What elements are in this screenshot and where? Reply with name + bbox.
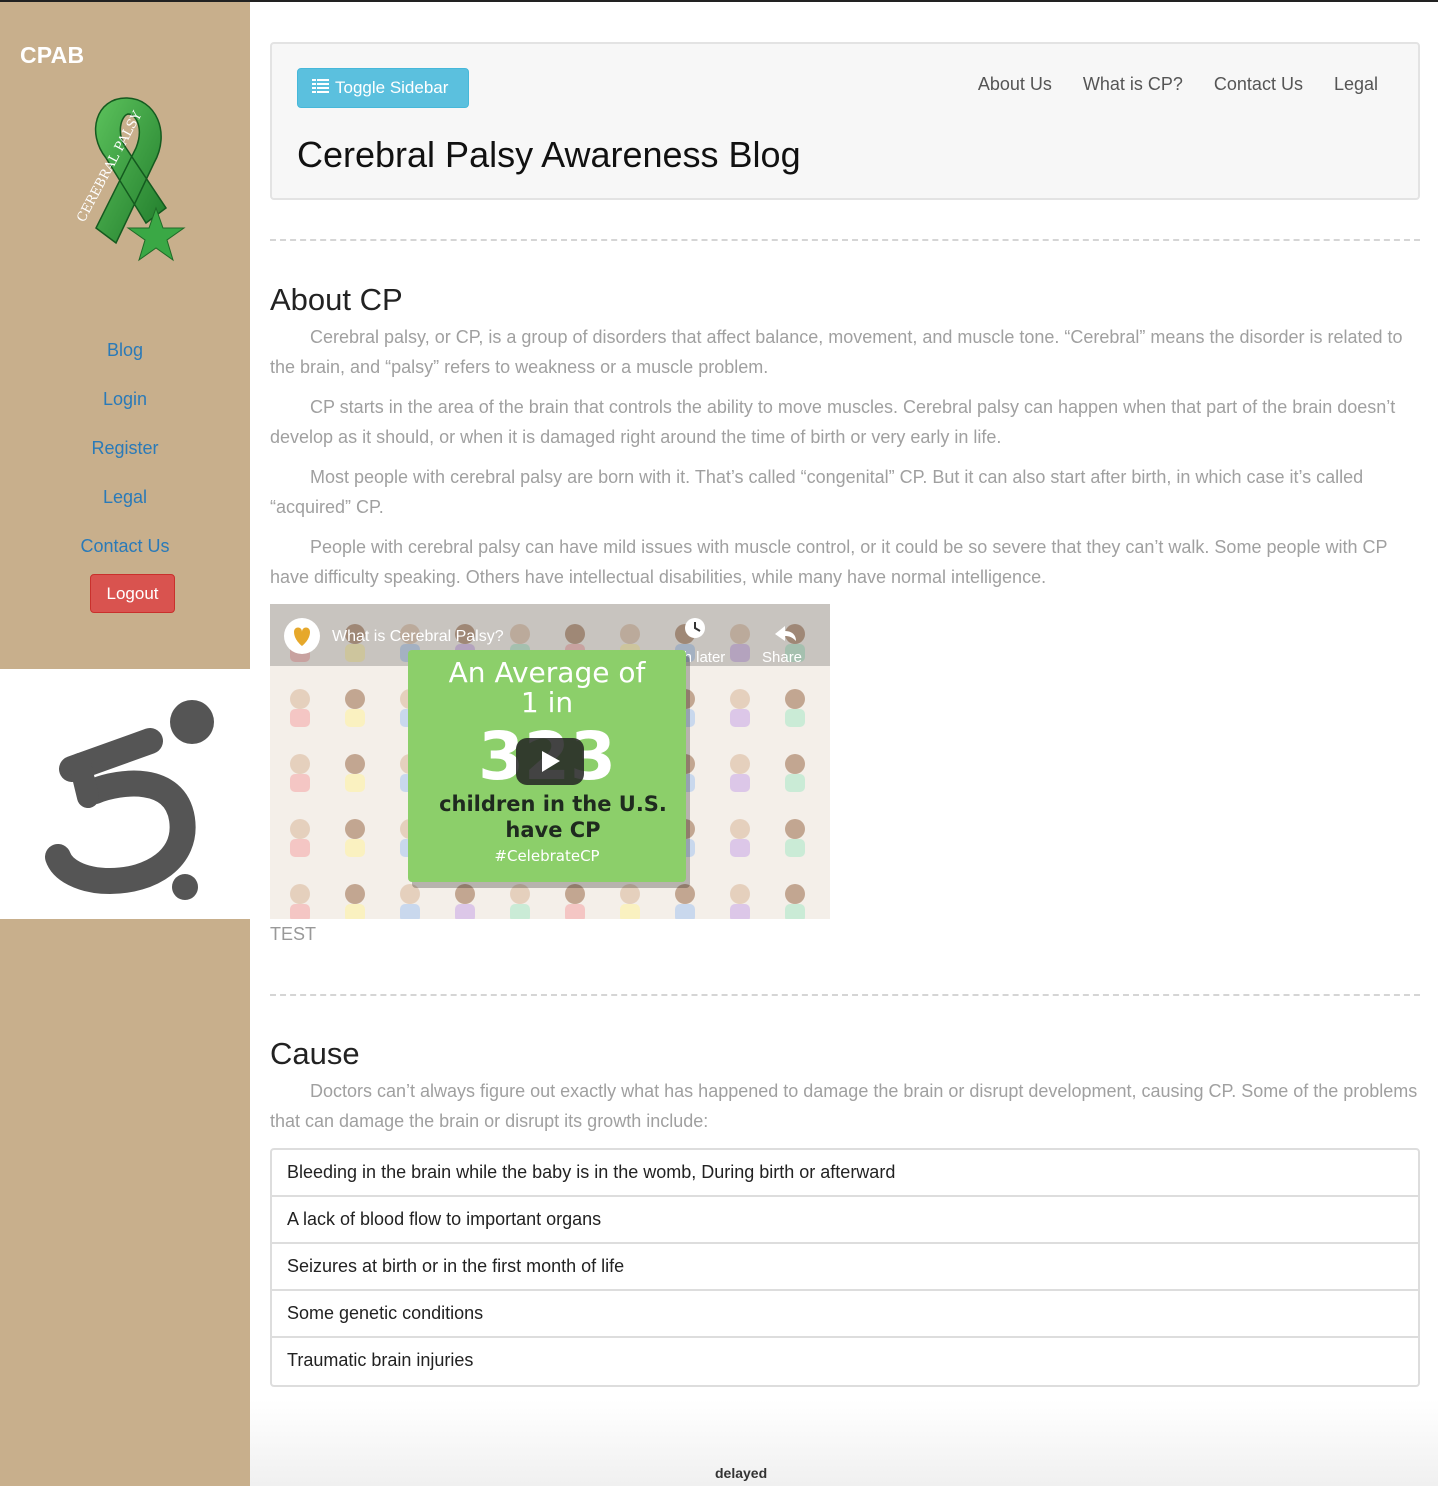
- brand-title[interactable]: CPAB: [20, 42, 84, 69]
- nav-about-us[interactable]: About Us: [978, 74, 1052, 95]
- svg-text:What is Cerebral Palsy?: What is Cerebral Palsy?: [332, 628, 504, 645]
- video-caption: TEST: [270, 924, 317, 944]
- toggle-sidebar-button[interactable]: Toggle Sidebar: [297, 68, 469, 108]
- list-item: Some genetic conditions: [272, 1291, 1418, 1338]
- svg-text:1 in: 1 in: [521, 686, 573, 719]
- sidebar-item-register[interactable]: Register: [0, 430, 250, 479]
- sidebar-nav: Blog Login Register Legal Contact Us: [0, 332, 250, 577]
- accessibility-logo: [0, 669, 250, 919]
- nav-contact-us[interactable]: Contact Us: [1214, 74, 1303, 95]
- video-embed[interactable]: What is Cerebral Palsy? Watch later Shar…: [270, 604, 830, 919]
- sidebar-item-blog[interactable]: Blog: [0, 332, 250, 381]
- footer-area: [250, 1400, 1438, 1486]
- svg-text:have CP: have CP: [505, 818, 600, 842]
- page-header: Toggle Sidebar About Us What is CP? Cont…: [270, 42, 1420, 200]
- section-divider: [270, 994, 1420, 996]
- about-paragraph: People with cerebral palsy can have mild…: [270, 537, 1388, 587]
- sidebar-item-legal[interactable]: Legal: [0, 479, 250, 528]
- play-icon: [516, 738, 584, 785]
- svg-text:children in the U.S.: children in the U.S.: [439, 792, 667, 816]
- svg-text:Share: Share: [762, 649, 802, 666]
- toggle-sidebar-label: Toggle Sidebar: [335, 78, 449, 97]
- about-paragraph: CP starts in the area of the brain that …: [270, 397, 1396, 447]
- top-nav: About Us What is CP? Contact Us Legal: [978, 74, 1378, 95]
- svg-text:#CelebrateCP: #CelebrateCP: [494, 847, 599, 865]
- about-paragraph: Most people with cerebral palsy are born…: [270, 467, 1364, 517]
- cause-list: Bleeding in the brain while the baby is …: [270, 1148, 1420, 1387]
- list-item: Seizures at birth or in the first month …: [272, 1244, 1418, 1291]
- sidebar-item-login[interactable]: Login: [0, 381, 250, 430]
- wheelchair-icon: [45, 700, 214, 900]
- svg-text:An Average of: An Average of: [449, 656, 647, 689]
- about-heading: About CP: [270, 282, 403, 317]
- nav-what-is-cp[interactable]: What is CP?: [1083, 74, 1183, 95]
- list-item: Bleeding in the brain while the baby is …: [272, 1150, 1418, 1197]
- list-icon: [312, 78, 330, 99]
- cause-heading: Cause: [270, 1036, 360, 1071]
- cp-ribbon-logo: CEREBRAL PALSY: [16, 78, 236, 278]
- sidebar-item-contact-us[interactable]: Contact Us: [0, 528, 250, 577]
- section-divider: [270, 239, 1420, 241]
- sidebar: CPAB CEREBRAL PALSY Blog Login Register …: [0, 2, 250, 1486]
- list-item: Traumatic brain injuries: [287, 1350, 474, 1370]
- nav-legal[interactable]: Legal: [1334, 74, 1378, 95]
- cause-paragraph: Doctors can’t always figure out exactly …: [270, 1081, 1418, 1131]
- logout-button[interactable]: Logout: [90, 574, 175, 613]
- page-title: Cerebral Palsy Awareness Blog: [297, 134, 801, 175]
- about-paragraph: Cerebral palsy, or CP, is a group of dis…: [270, 327, 1403, 377]
- list-item: A lack of blood flow to important organs: [272, 1197, 1418, 1244]
- footer-text: delayed: [715, 1465, 768, 1481]
